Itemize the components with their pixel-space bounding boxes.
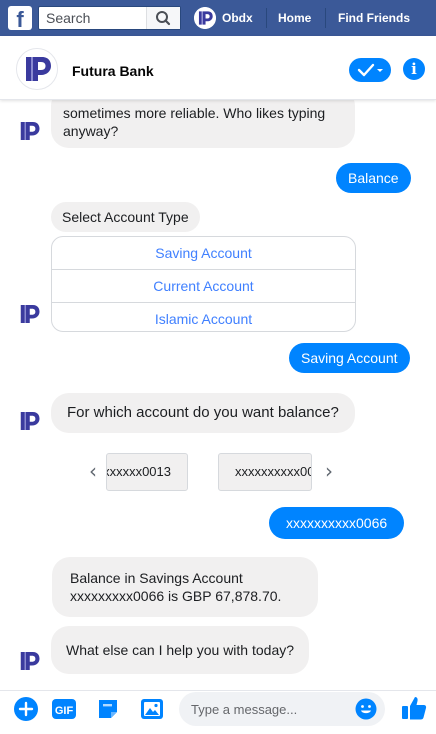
user-message-text: Balance [348,170,399,186]
emoji-icon[interactable] [354,697,378,721]
thumbs-up-icon[interactable] [400,694,428,722]
user-message-account-number: xxxxxxxxxx0066 [269,507,405,539]
svg-text:GIF: GIF [55,705,74,717]
carousel-card-account[interactable]: xxxxxxxxxx0066 [218,453,312,491]
option-saving-account[interactable]: Saving Account [52,237,355,270]
bank-logo-icon [14,299,44,329]
account-type-options: Saving Account Current Account Islamic A… [51,236,356,332]
bot-message-text: Select Account Type [62,209,189,225]
bank-logo-icon [14,116,44,146]
search-button[interactable] [146,7,180,29]
info-button[interactable]: i [403,58,425,80]
carousel-card-label: xxxxxxxxxx0013 [107,464,171,479]
bot-message-select-prompt: Select Account Type [51,202,200,232]
user-message-text: Saving Account [301,350,398,366]
carousel-next-arrow[interactable]: › [320,461,338,481]
bot-message-text: What else can I help you with today? [66,642,295,658]
nav-divider [325,8,326,28]
bank-logo-icon [14,406,44,436]
bot-message-intro: sometimes more reliable. Who likes typin… [51,100,355,148]
bot-message-text: Balance in Savings Account xxxxxxxxx0066… [70,570,282,604]
bot-message-text: sometimes more reliable. Who likes typin… [63,105,326,139]
nav-profile-name[interactable]: Obdx [222,11,253,25]
photo-icon[interactable] [139,696,165,722]
search-input[interactable] [39,7,147,29]
bot-message-balance-result: Balance in Savings Account xxxxxxxxx0066… [52,557,318,617]
sticker-icon[interactable] [95,696,121,722]
facebook-top-bar: f Obdx Home Find Friends [0,0,436,36]
bank-logo-icon [14,646,44,676]
profile-avatar[interactable] [194,7,216,29]
bot-name[interactable]: Futura Bank [72,63,154,79]
nav-find-friends-link[interactable]: Find Friends [338,11,410,25]
option-islamic-account[interactable]: Islamic Account [52,303,355,331]
bot-message-text: For which account do you want balance? [67,404,339,421]
option-current-account[interactable]: Current Account [52,270,355,303]
user-message-saving-account: Saving Account [289,343,410,373]
bot-message-which-account: For which account do you want balance? [51,393,355,433]
user-message-text: xxxxxxxxxx0066 [286,515,388,531]
search-icon [156,11,171,26]
user-message-balance: Balance [336,163,411,193]
chat-header: Futura Bank i [0,36,436,100]
bot-avatar-small [14,406,44,436]
carousel-card-label: xxxxxxxxxx0066 [235,464,311,479]
message-composer: GIF [0,690,436,734]
nav-home-link[interactable]: Home [278,11,311,25]
add-icon[interactable] [13,696,39,722]
message-input-box [179,692,385,726]
carousel-card-account[interactable]: xxxxxxxxxx0013 [106,453,188,491]
search-box [38,6,181,30]
bot-avatar[interactable] [16,48,58,90]
message-input[interactable] [179,692,349,726]
bot-avatar-small [14,299,44,329]
info-icon: i [411,60,417,78]
bot-avatar-small [14,116,44,146]
bot-avatar-small [14,646,44,676]
bank-logo-icon [194,7,216,29]
nav-divider [266,8,267,28]
confirm-dropdown-button[interactable] [349,58,391,82]
gif-icon[interactable]: GIF [51,696,77,722]
facebook-logo[interactable]: f [8,6,32,30]
checkmark-icon [357,63,383,77]
carousel-prev-arrow[interactable]: ‹ [84,461,102,481]
bot-message-help-prompt: What else can I help you with today? [51,626,310,674]
message-thread[interactable]: sometimes more reliable. Who likes typin… [0,100,436,690]
bank-logo-icon [17,49,57,89]
